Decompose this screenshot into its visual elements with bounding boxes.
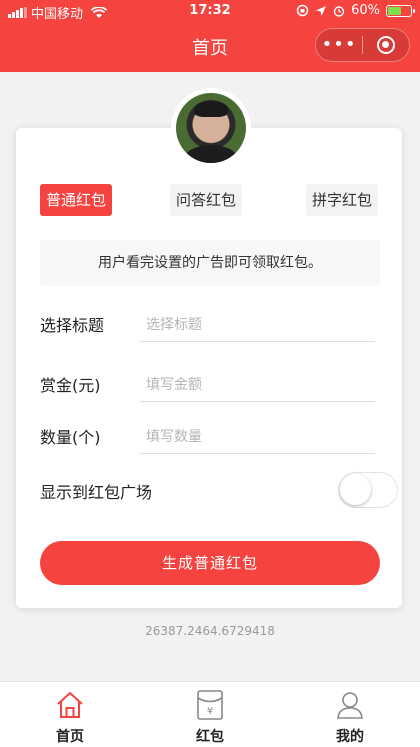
- quantity-row: 数量(个): [40, 416, 380, 456]
- orientation-lock-icon: [296, 4, 309, 17]
- battery-icon: [386, 4, 415, 17]
- tabbar-label-home: 首页: [56, 729, 84, 745]
- user-icon: [337, 692, 363, 719]
- amount-label: 赏金(元): [40, 376, 101, 395]
- status-right: 60%: [296, 3, 415, 18]
- svg-text:¥: ¥: [207, 706, 213, 717]
- tab-word-packet[interactable]: 拼字红包: [306, 184, 379, 216]
- avatar[interactable]: [171, 88, 251, 168]
- status-bar: 中国移动 17:32 60%: [0, 0, 420, 24]
- amount-row: 赏金(元): [40, 364, 380, 404]
- tabbar-label-packet: 红包: [196, 729, 224, 745]
- quantity-input[interactable]: [140, 420, 375, 454]
- packet-type-tabs: 普通红包 问答红包 拼字红包: [40, 184, 380, 216]
- alarm-icon: [333, 5, 345, 17]
- home-icon: [57, 692, 83, 718]
- target-icon: [377, 36, 395, 54]
- location-icon: [316, 5, 327, 16]
- title-input[interactable]: [140, 308, 375, 342]
- generate-packet-button[interactable]: 生成普通红包: [40, 541, 380, 585]
- tabbar-label-me: 我的: [336, 729, 364, 745]
- notice-text: 用户看完设置的广告即可领取红包。: [40, 240, 380, 286]
- public-label: 显示到红包广场: [40, 483, 153, 502]
- title-label: 选择标题: [40, 316, 105, 335]
- red-packet-icon: ¥: [197, 690, 223, 720]
- tab-normal-packet[interactable]: 普通红包: [40, 184, 113, 216]
- battery-percent: 60%: [351, 3, 380, 18]
- public-row: 显示到红包广场: [40, 471, 398, 511]
- tabbar-item-packet[interactable]: ¥ 红包: [170, 688, 250, 746]
- amount-input[interactable]: [140, 368, 375, 402]
- tabbar-item-me[interactable]: 我的: [310, 688, 390, 746]
- red-packet-card: 普通红包 问答红包 拼字红包 用户看完设置的广告即可领取红包。 选择标题 赏金(…: [16, 128, 402, 608]
- close-mini-program-button[interactable]: [363, 36, 409, 54]
- header: 中国移动 17:32 60% 首页 •••: [0, 0, 420, 72]
- tab-qa-packet[interactable]: 问答红包: [170, 184, 243, 216]
- avatar-photo: [176, 93, 246, 163]
- location-coordinates: 26387.2464.6729418: [145, 624, 275, 638]
- title-row: 选择标题: [40, 304, 380, 344]
- tabbar-item-home[interactable]: 首页: [30, 688, 110, 746]
- tab-bar: 首页 ¥ 红包 我的: [0, 681, 420, 747]
- toggle-knob: [340, 474, 371, 505]
- public-toggle[interactable]: [338, 472, 398, 508]
- mini-program-capsule: •••: [315, 28, 410, 62]
- more-dots-icon[interactable]: •••: [316, 29, 362, 61]
- quantity-label: 数量(个): [40, 428, 101, 447]
